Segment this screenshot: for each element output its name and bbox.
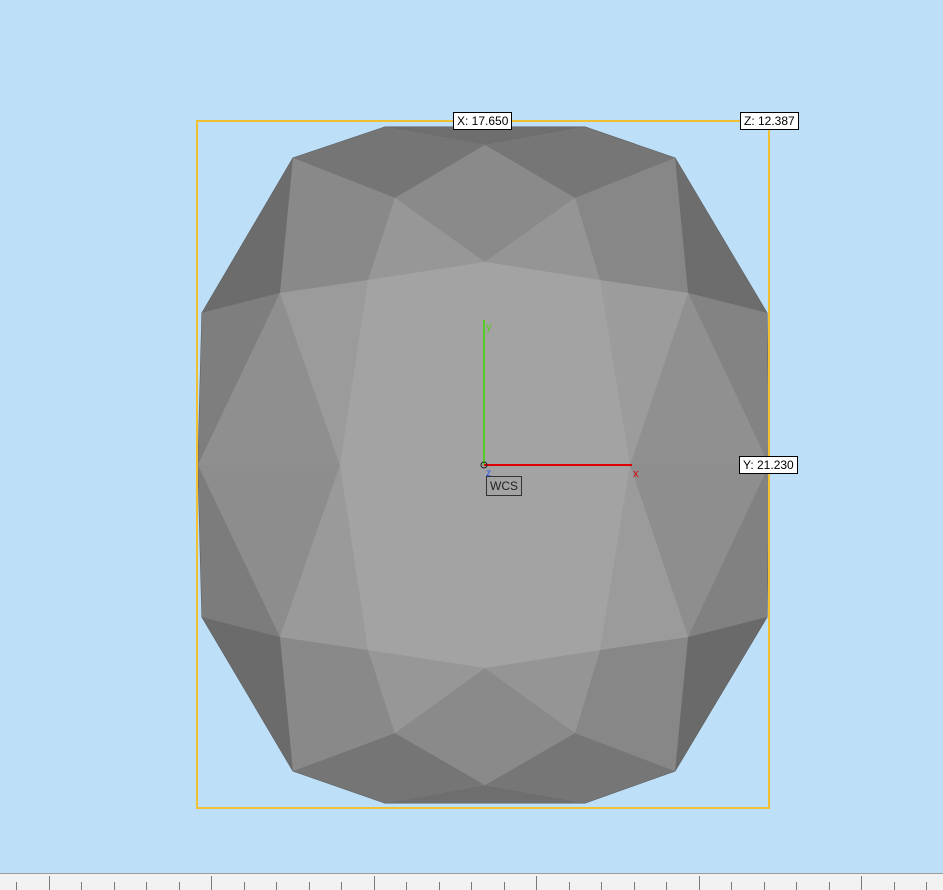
ruler-tick xyxy=(699,876,700,890)
y-axis-label: y xyxy=(486,321,492,333)
x-axis-label: x xyxy=(633,468,639,480)
bottom-ruler xyxy=(0,873,943,890)
z-dimension-label: Z: 12.387 xyxy=(740,112,799,130)
gem-model[interactable]: x y z xyxy=(0,0,943,889)
x-dimension-label: X: 17.650 xyxy=(453,112,513,130)
y-dimension-label: Y: 21.230 xyxy=(739,456,798,474)
3d-viewport[interactable]: x y z X: 17.650 Z: 12.387 Y: 21.230 WCS xyxy=(0,0,943,890)
ruler-tick xyxy=(374,876,375,890)
ruler-tick xyxy=(211,876,212,890)
ruler-tick xyxy=(49,876,50,890)
ruler-tick xyxy=(536,876,537,890)
wcs-label: WCS xyxy=(486,476,522,496)
ruler-tick xyxy=(861,876,862,890)
